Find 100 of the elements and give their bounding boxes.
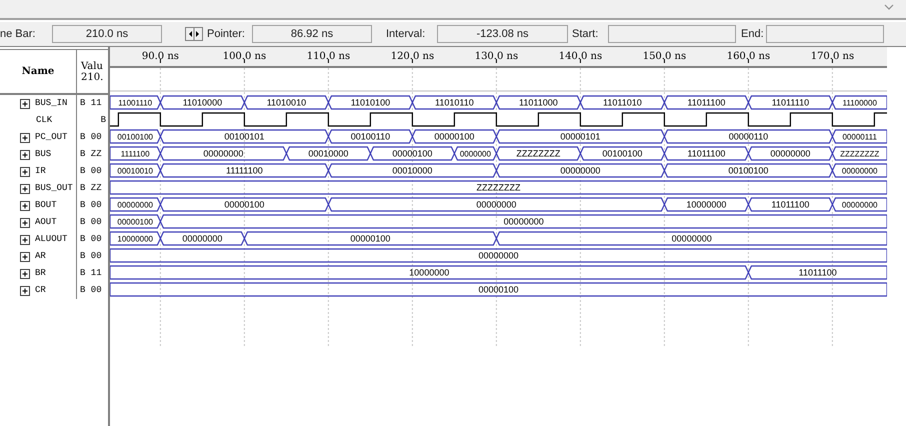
- signal-name: BR: [35, 266, 46, 280]
- signal-value: B: [100, 114, 106, 127]
- signal-value: ZZZZZZZZ: [516, 148, 560, 158]
- time-bar-field[interactable]: 210.0 ns: [52, 25, 162, 43]
- signal-value: B ZZ: [80, 148, 102, 161]
- time-tick-label: 140.0 ns: [558, 51, 602, 64]
- field-label: Pointer:: [207, 26, 246, 42]
- signal-value: 1111100: [120, 150, 150, 158]
- signal-value: 10000000: [409, 268, 450, 278]
- expand-icon[interactable]: [20, 234, 30, 244]
- signal-value: B ZZ: [80, 182, 102, 195]
- signal-value: B 00: [80, 216, 102, 229]
- start-field[interactable]: [608, 25, 736, 43]
- signal-value: B 00: [80, 130, 102, 144]
- signal-name: BUS_IN: [35, 96, 68, 110]
- signal-value: 00000100: [350, 234, 390, 244]
- signal-value: 0000000: [460, 150, 491, 158]
- signal-value: 11001110: [118, 98, 152, 108]
- signal-value: 00000000: [182, 234, 222, 244]
- field-label: Start:: [572, 26, 600, 42]
- signal-value: 11010010: [266, 98, 306, 108]
- signal-value: 00100100: [728, 166, 768, 176]
- signal-value: 11011010: [603, 98, 642, 108]
- signal-value: 10000000: [686, 200, 726, 210]
- signal-value: 00100100: [602, 148, 642, 158]
- signal-name: CR: [35, 284, 46, 297]
- signal-value: 00000100: [392, 148, 432, 158]
- expand-icon[interactable]: [20, 286, 30, 296]
- interval-field[interactable]: -123.08 ns: [437, 25, 568, 43]
- signal-value: 11011100: [798, 268, 837, 278]
- signal-value: 00000100: [478, 284, 519, 294]
- signal-value: 11100000: [842, 98, 877, 108]
- signal-value: 00010000: [308, 148, 348, 158]
- expand-icon[interactable]: [20, 268, 30, 278]
- time-tick-label: 130.0 ns: [474, 51, 518, 64]
- time-tick-label: 110.0 ns: [306, 51, 350, 64]
- signal-value: 11010000: [182, 98, 222, 108]
- expand-icon[interactable]: [20, 218, 30, 228]
- expand-icon[interactable]: [20, 184, 30, 194]
- signal-value: ZZZZZZZZ: [476, 182, 520, 192]
- signal-value: 00010000: [392, 166, 432, 176]
- signal-value: 11011100: [687, 98, 726, 108]
- field-label: End:: [741, 26, 765, 42]
- signal-name: BUS_OUT: [35, 182, 73, 195]
- expand-icon[interactable]: [20, 252, 30, 262]
- signal-name: BUS: [35, 148, 52, 161]
- signal-value: 00000000: [560, 166, 600, 176]
- signal-value: 11011000: [519, 98, 558, 108]
- signal-value: ZZZZZZZZ: [840, 150, 880, 158]
- signal-value: 00000000: [672, 234, 712, 244]
- signal-name: IR: [35, 164, 46, 178]
- column-header: Name: [22, 65, 54, 79]
- signal-value: 00000000: [842, 200, 878, 210]
- signal-value: 00000101: [560, 132, 600, 142]
- signal-name: AR: [35, 250, 46, 263]
- signal-value: 00000000: [203, 148, 244, 158]
- signal-value: 00000100: [434, 132, 474, 142]
- expand-icon[interactable]: [20, 150, 30, 160]
- signal-value: 00000000: [504, 216, 544, 226]
- time-tick-label: 100.0 ns: [222, 51, 266, 64]
- expand-icon[interactable]: [20, 166, 30, 176]
- signal-value: B 00: [80, 250, 102, 263]
- signal-value: B 11: [80, 266, 102, 280]
- signal-name: ALUOUT: [35, 232, 68, 246]
- signal-value: 00010010: [117, 166, 153, 176]
- signal-name: BOUT: [35, 198, 57, 212]
- time-tick-label: 160.0 ns: [726, 51, 770, 64]
- signal-value: 00000110: [728, 132, 768, 142]
- signal-value: 11010110: [435, 98, 474, 108]
- signal-value: 00000000: [117, 200, 153, 210]
- signal-value: B 00: [80, 232, 102, 246]
- signal-value: 00000111: [842, 132, 877, 142]
- expand-icon[interactable]: [20, 200, 30, 210]
- expand-icon[interactable]: [20, 98, 30, 108]
- signal-value: 00100101: [224, 132, 264, 142]
- end-field[interactable]: [766, 25, 884, 43]
- signal-name: AOUT: [35, 216, 57, 229]
- signal-value: 00000100: [117, 218, 153, 226]
- signal-value: 00000000: [770, 148, 810, 158]
- signal-value: 11011100: [687, 148, 726, 158]
- signal-value: B 00: [80, 198, 102, 212]
- signal-name: PC_OUT: [35, 130, 68, 144]
- pointer-field[interactable]: 86.92 ns: [252, 25, 372, 43]
- time-tick-label: 150.0 ns: [642, 51, 686, 64]
- field-label: Interval:: [386, 26, 426, 42]
- spin-buttons[interactable]: [185, 27, 203, 41]
- column-header: 210.: [81, 72, 104, 82]
- signal-value: 11010100: [350, 98, 390, 108]
- time-tick-label: 120.0 ns: [390, 51, 434, 64]
- expand-icon[interactable]: [20, 132, 30, 142]
- signal-value: 10000000: [117, 234, 153, 244]
- signal-value: 00000000: [476, 200, 516, 210]
- column-header: Valu: [81, 60, 103, 72]
- signal-value: 00000000: [478, 250, 519, 260]
- signal-value: B 00: [80, 284, 102, 297]
- signal-value: 00000100: [224, 200, 264, 210]
- time-tick-label: 90.0 ns: [142, 51, 179, 64]
- signal-value: 00100110: [350, 132, 390, 142]
- signal-value: 11011110: [772, 98, 810, 108]
- signal-name: CLK: [36, 114, 52, 127]
